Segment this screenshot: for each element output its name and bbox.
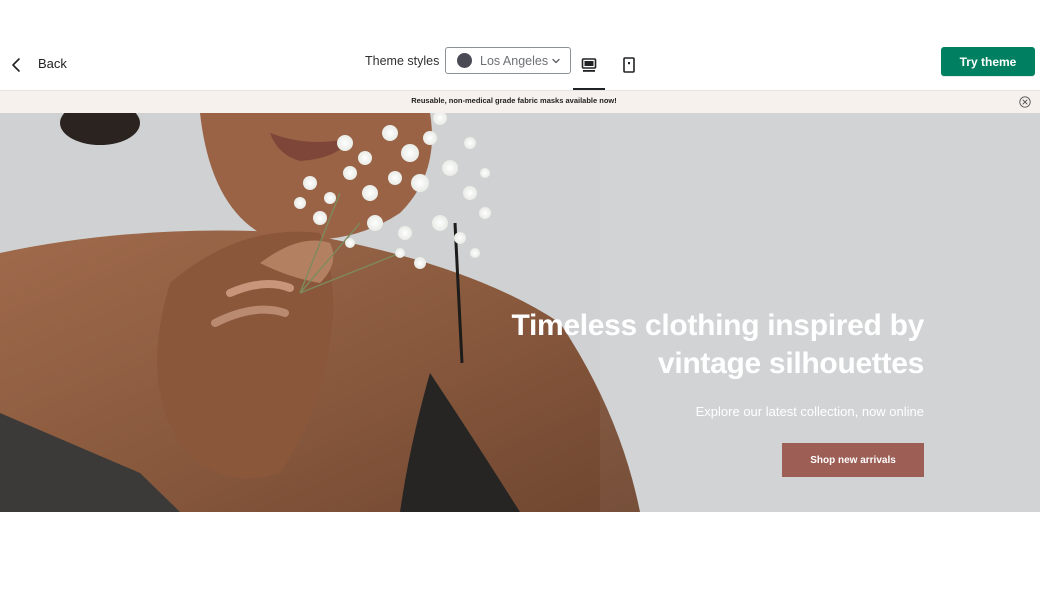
- desktop-icon: [581, 58, 597, 72]
- theme-color-swatch: [457, 53, 472, 68]
- announcement-bar: Reusable, non-medical grade fabric masks…: [0, 90, 1040, 113]
- mobile-icon: [623, 57, 635, 73]
- mobile-view-button[interactable]: [613, 52, 645, 90]
- close-circle-icon[interactable]: [1019, 96, 1031, 108]
- try-theme-button[interactable]: Try theme: [941, 47, 1035, 76]
- theme-select-value: Los Angeles: [480, 53, 549, 68]
- theme-styles-label: Theme styles: [365, 54, 440, 68]
- back-button[interactable]: Back: [8, 50, 67, 76]
- hero-subtitle: Explore our latest collection, now onlin…: [695, 404, 924, 419]
- preview-top-bar: Back Theme styles Los Angeles Try theme: [0, 0, 1040, 90]
- theme-style-select[interactable]: Los Angeles: [445, 47, 571, 74]
- hero-title: Timeless clothing inspired by vintage si…: [511, 309, 924, 380]
- announcement-text: Reusable, non-medical grade fabric masks…: [411, 96, 617, 105]
- back-label: Back: [38, 55, 67, 71]
- hero-banner: Timeless clothing inspired by vintage si…: [0, 113, 1040, 512]
- desktop-view-button[interactable]: [573, 52, 605, 90]
- chevron-left-icon: [12, 58, 20, 72]
- chevron-down-icon: [552, 58, 560, 63]
- shop-new-arrivals-button[interactable]: Shop new arrivals: [782, 443, 924, 477]
